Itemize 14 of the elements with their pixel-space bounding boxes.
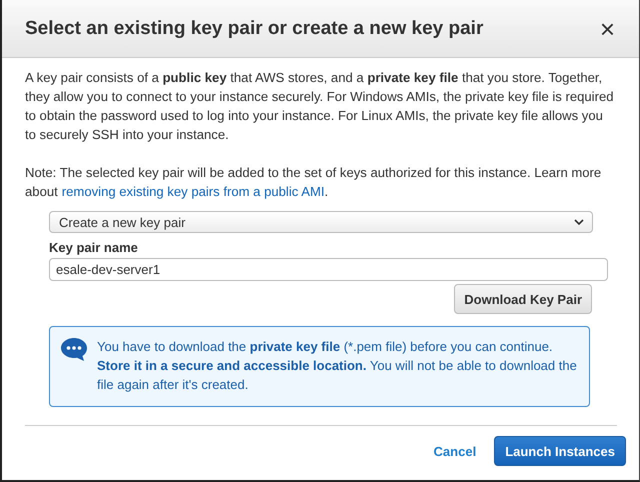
info-message: You have to download the private key file (*.pem file) before you can continue. Store it in a secure and accessible location. You will not be able to download the file again after it's created. — [97, 338, 578, 394]
download-key-pair-button[interactable]: Download Key Pair — [454, 284, 592, 314]
removing-key-pairs-link[interactable]: removing existing key pairs from a public AMI — [62, 184, 324, 199]
chevron-down-icon — [574, 218, 584, 226]
key-pair-name-field[interactable]: esale-dev-server1 — [49, 258, 608, 281]
note-paragraph: Note: The selected key pair will be added to the set of keys authorized for this instance. Learn more about removing existing key pairs from a public AMI. — [25, 164, 602, 201]
intro-paragraph: A key pair consists of a public key that AWS stores, and a private key file that you store. Together, they allow you to connect to your instance securely. For Windows AMIs, the private key file is required to obtain the password used to log into your instance. For Linux AMIs, the private key file allows you to securely SSH into your instance. — [25, 69, 615, 144]
speech-bubble-icon — [60, 337, 88, 362]
key-pair-name-label: Key pair name — [49, 239, 139, 257]
key-pair-dropdown[interactable]: Create a new key pair — [49, 211, 593, 233]
cancel-button[interactable]: Cancel — [428, 442, 482, 460]
launch-instances-button[interactable]: Launch Instances — [494, 436, 626, 466]
dialog-title: Select an existing key pair or create a new key pair — [25, 18, 484, 40]
close-button[interactable]: × — [596, 16, 619, 42]
